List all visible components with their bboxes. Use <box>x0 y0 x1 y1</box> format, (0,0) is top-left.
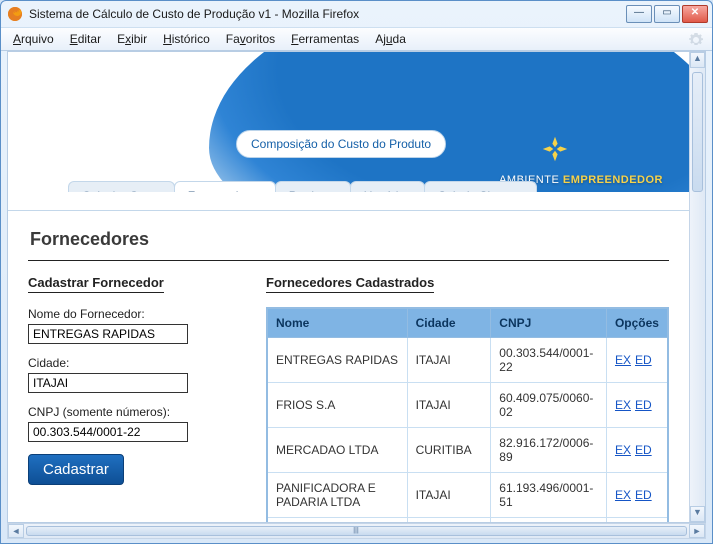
cell-cidade: ITAJAI <box>407 383 491 428</box>
cell-cnpj: 00.303.544/0001-22 <box>491 338 607 383</box>
table-row: ENTREGAS RAPIDASITAJAI00.303.544/0001-22… <box>267 338 668 383</box>
page-title: Fornecedores <box>30 229 669 250</box>
maximize-button[interactable]: ▭ <box>654 5 680 23</box>
browser-window: Sistema de Cálculo de Custo de Produção … <box>0 0 713 544</box>
vertical-scrollbar[interactable]: ▲ ▼ <box>689 52 705 522</box>
tab-calcular-custo[interactable]: Calcular Custo <box>68 181 175 192</box>
window-title: Sistema de Cálculo de Custo de Produção … <box>29 7 626 21</box>
menu-favoritos[interactable]: Favoritos <box>220 30 281 48</box>
menu-editar[interactable]: Editar <box>64 30 107 48</box>
menu-arquivo[interactable]: Arquivo <box>7 30 60 48</box>
cidade-input[interactable] <box>28 373 188 393</box>
action-ex[interactable]: EX <box>615 443 631 457</box>
banner-pill[interactable]: Composição do Custo do Produto <box>236 130 446 158</box>
action-ex[interactable]: EX <box>615 353 631 367</box>
minimize-button[interactable]: — <box>626 5 652 23</box>
cnpj-label: CNPJ (somente números): <box>28 405 238 419</box>
tab-produtos[interactable]: Produtos <box>275 181 351 192</box>
cell-cidade: CURITIBA <box>407 428 491 473</box>
cell-cnpj: 60.409.075/0060-02 <box>491 383 607 428</box>
cell-opcoes: EX ED <box>606 428 668 473</box>
menu-ajuda[interactable]: Ajuda <box>369 30 412 48</box>
cell-nome: ENTREGAS RAPIDAS <box>267 338 407 383</box>
col-cnpj: CNPJ <box>491 308 607 338</box>
action-ed[interactable]: ED <box>635 443 652 457</box>
nome-label: Nome do Fornecedor: <box>28 307 238 321</box>
grip-icon: Ⅲ <box>353 526 360 537</box>
cell-opcoes: EX ED <box>606 473 668 518</box>
tabs: Calcular CustoFornecedoresProdutosUsuári… <box>68 181 536 192</box>
menubar: Arquivo Editar Exibir Histórico Favorito… <box>1 27 712 51</box>
cell-cidade: ITAJAI <box>407 338 491 383</box>
menu-ferramentas[interactable]: Ferramentas <box>285 30 365 48</box>
cell-opcoes: EX ED <box>606 383 668 428</box>
list-heading: Fornecedores Cadastrados <box>266 275 434 293</box>
table-row: MERCADAO LTDACURITIBA82.916.172/0006-89E… <box>267 428 668 473</box>
form-column: Cadastrar Fornecedor Nome do Fornecedor:… <box>28 275 238 523</box>
scroll-down-button[interactable]: ▼ <box>690 506 705 522</box>
tab-usuários[interactable]: Usuários <box>350 181 425 192</box>
menu-exibir[interactable]: Exibir <box>111 30 153 48</box>
action-ex[interactable]: EX <box>615 488 631 502</box>
nome-input[interactable] <box>28 324 188 344</box>
cnpj-input[interactable] <box>28 422 188 442</box>
gear-icon[interactable] <box>688 32 704 48</box>
cidade-label: Cidade: <box>28 356 238 370</box>
banner: Composição do Custo do Produto AMBIENTE … <box>8 52 689 192</box>
scroll-thumb[interactable] <box>692 72 703 192</box>
horizontal-scrollbar[interactable]: ◄ Ⅲ ► <box>7 523 706 539</box>
scroll-left-button[interactable]: ◄ <box>8 524 24 538</box>
table-row: FRIOS S.AITAJAI60.409.075/0060-02 EX ED <box>267 383 668 428</box>
action-ex[interactable]: EX <box>615 398 631 412</box>
action-ed[interactable]: ED <box>635 353 652 367</box>
cell-nome: PANIFICADORA E PADARIA LTDA <box>267 473 407 518</box>
table-row: PANIFICADORA E PADARIA LTDAITAJAI61.193.… <box>267 473 668 518</box>
window-controls: — ▭ ✕ <box>626 5 708 23</box>
form-heading: Cadastrar Fornecedor <box>28 275 164 293</box>
viewport: Composição do Custo do Produto AMBIENTE … <box>7 51 706 523</box>
cell-cnpj: 82.916.172/0006-89 <box>491 428 607 473</box>
fornecedores-table: Nome Cidade CNPJ Opções ENTREGAS RAPIDAS… <box>266 307 669 523</box>
action-ed[interactable]: ED <box>635 488 652 502</box>
close-button[interactable]: ✕ <box>682 5 708 23</box>
menu-historico[interactable]: Histórico <box>157 30 216 48</box>
page-body: Fornecedores Cadastrar Fornecedor Nome d… <box>8 210 689 522</box>
cell-nome: MERCADAO LTDA <box>267 428 407 473</box>
col-nome: Nome <box>267 308 407 338</box>
divider <box>28 260 669 261</box>
scroll-right-button[interactable]: ► <box>689 524 705 538</box>
page: Composição do Custo do Produto AMBIENTE … <box>8 52 689 522</box>
action-ed[interactable]: ED <box>635 398 652 412</box>
tab-sair-do-sistema[interactable]: Sair do Sistema <box>424 181 537 192</box>
col-opcoes: Opções <box>606 308 668 338</box>
hscroll-thumb[interactable]: Ⅲ <box>26 526 687 536</box>
cell-opcoes: EX ED <box>606 338 668 383</box>
scroll-up-button[interactable]: ▲ <box>690 52 705 68</box>
banner-decor <box>209 52 689 192</box>
brand-logo-icon <box>541 135 569 166</box>
cell-nome: FRIOS S.A <box>267 383 407 428</box>
tab-fornecedores[interactable]: Fornecedores <box>174 181 276 192</box>
cadastrar-button[interactable]: Cadastrar <box>28 454 124 485</box>
firefox-icon <box>7 6 23 22</box>
list-column: Fornecedores Cadastrados Nome Cidade CNP… <box>266 275 669 523</box>
titlebar: Sistema de Cálculo de Custo de Produção … <box>1 1 712 27</box>
cell-cnpj: 61.193.496/0001-51 <box>491 473 607 518</box>
cell-cidade: ITAJAI <box>407 473 491 518</box>
col-cidade: Cidade <box>407 308 491 338</box>
